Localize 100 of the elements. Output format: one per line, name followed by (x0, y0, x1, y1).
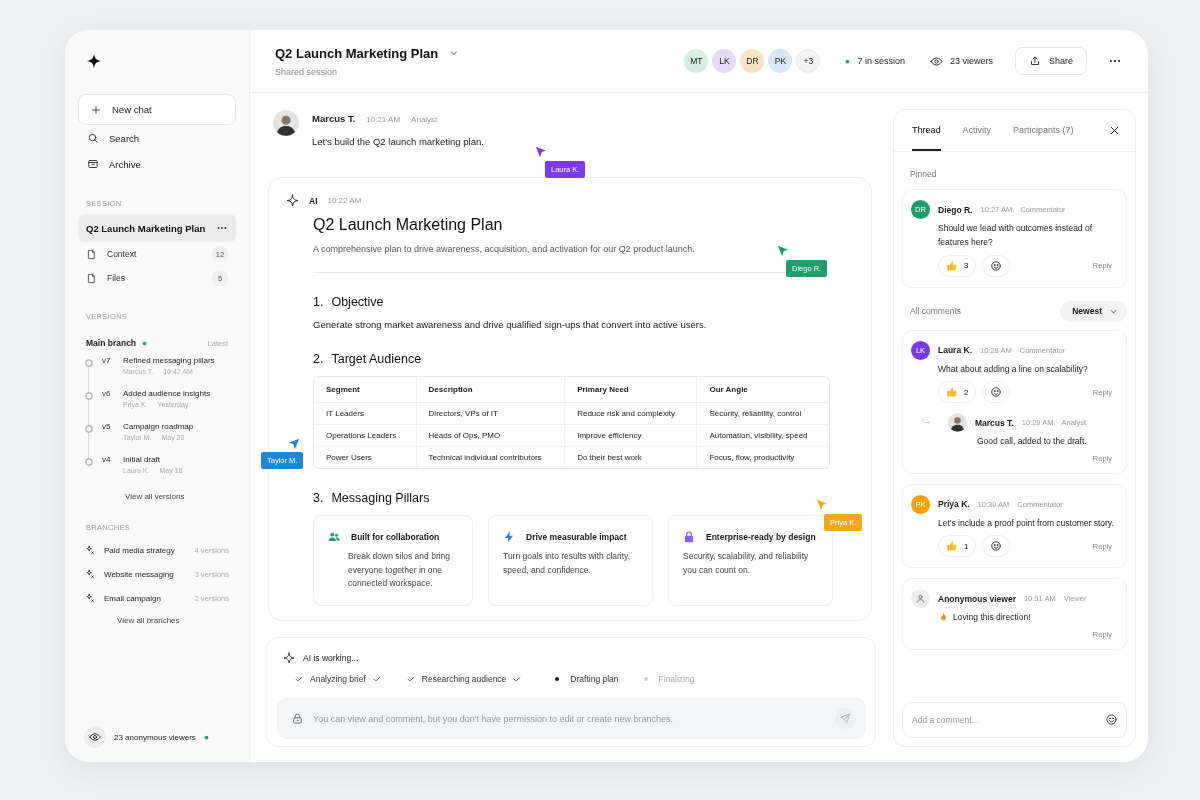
more-avatars[interactable]: +3 (796, 49, 821, 73)
avatar[interactable]: MT (684, 49, 709, 73)
timeline-node-icon (84, 391, 94, 401)
pillar-text: Break down silos and bring everyone together in one connected workspace. (348, 550, 452, 591)
view-all-link[interactable]: View all branches (117, 616, 236, 625)
pillar-text: Turn goals into results with clarity, speed, and confidence. (503, 550, 632, 577)
section-number: 1. (313, 295, 324, 309)
avatar[interactable]: PK (768, 49, 793, 73)
progress-dot-icon (642, 676, 649, 682)
pillar-title: Built for collaboration (351, 532, 440, 542)
plus-icon (90, 103, 102, 116)
column-header: Primary Need (565, 377, 698, 403)
commenter-name: Laura K. (938, 345, 972, 356)
table-cell: Reduce risk and complexity (565, 403, 698, 425)
progress-dot-icon (554, 676, 561, 682)
section-label: All comments (910, 306, 961, 317)
section-number: 3. (313, 491, 324, 505)
table-cell: IT Leaders (314, 403, 417, 425)
table-cell: Do their best work (565, 447, 698, 468)
branch-item[interactable]: Paid media strategy (104, 545, 187, 555)
pillar-title: Enterprise-ready by design (706, 532, 816, 542)
document-subtitle: A comprehensive plan to drive awareness, acquisition, and activation for our Q2 product launch. (313, 244, 695, 254)
avatar[interactable]: DR (740, 49, 765, 73)
avatar-icon (273, 110, 299, 136)
section-heading: Objective (331, 295, 384, 309)
branch-item[interactable]: Email campaign (104, 593, 187, 603)
smile-icon (990, 259, 1003, 272)
branch-name: Main branch (86, 338, 137, 348)
tab[interactable]: Participants (7) (1013, 110, 1074, 151)
comment-text: Loving this direction! (953, 611, 1031, 625)
document-title: Q2 Launch Marketing Plan (313, 216, 504, 234)
thumbs-up-icon (946, 386, 958, 399)
smile-icon (990, 540, 1003, 553)
avatar[interactable]: LK (712, 49, 737, 73)
commenter-name: Diego R. (938, 204, 973, 215)
version-number: v7 (102, 356, 112, 365)
share-button[interactable]: Share (1014, 47, 1087, 75)
archive-icon (87, 158, 99, 170)
table-cell: Technical individual contributors (416, 447, 566, 468)
tab[interactable]: Thread (912, 110, 941, 151)
table-cell: Heads of Ops, PMO (416, 425, 566, 447)
status-text: AI is working... (303, 653, 359, 663)
cursor-icon (777, 245, 789, 257)
file-icon (86, 248, 97, 260)
check-icon (294, 674, 304, 684)
version-number: v5 (102, 422, 112, 431)
sparkle-icon (283, 652, 295, 664)
tab[interactable]: Activity (962, 110, 992, 151)
version-title[interactable]: Added audience insights (123, 389, 211, 398)
thumbs-up-icon (946, 259, 958, 272)
session-item[interactable]: Q2 Launch Marketing Plan (78, 214, 236, 242)
table-cell: Operations Leaders (314, 425, 417, 447)
sort-dropdown[interactable]: Newest (1060, 300, 1127, 322)
check-icon (371, 674, 382, 684)
branch-icon (85, 568, 96, 580)
author-role: Analyst (411, 115, 438, 124)
message-text: Let's build the Q2 launch marketing plan. (312, 136, 484, 147)
comment-field[interactable]: Add a comment... (902, 702, 1127, 738)
commenter-name: Anonymous viewer (938, 593, 1016, 604)
branch-icon (85, 592, 96, 604)
paragraph: Generate strong market awareness and drive qualified sign-ups that convert into active users. (313, 319, 707, 330)
file-icon (86, 272, 97, 284)
eye-icon (929, 54, 943, 68)
people-icon (327, 530, 341, 544)
timeline-node-icon (84, 358, 94, 368)
lock-icon (682, 530, 696, 544)
status-dot-icon (203, 734, 209, 740)
cursor-icon (535, 146, 547, 158)
table-cell-text: Focus, flow, productivity (708, 452, 796, 464)
version-number: v4 (102, 455, 112, 464)
new-chat-button[interactable]: New chat (78, 94, 236, 125)
branch-item[interactable]: Website messaging (104, 569, 187, 579)
table-cell: Security, reliability, control (697, 403, 829, 425)
view-all-link[interactable]: View all versions (125, 492, 236, 501)
smile-icon (1105, 713, 1118, 726)
thumbs-up-icon (946, 540, 958, 553)
sparkle-icon (286, 194, 299, 207)
commenter-name: Priya K. (938, 499, 970, 510)
sidebar-item[interactable]: Context (107, 249, 202, 259)
message-time: 10:22 AM (327, 196, 362, 205)
version-title[interactable]: Campaign roadmap (123, 422, 194, 431)
person-icon (915, 593, 926, 605)
close-icon (1108, 124, 1121, 137)
nav-item[interactable]: Search (78, 125, 236, 151)
timeline-node-icon (84, 424, 94, 434)
table-cell: Directors, VPs of IT (416, 403, 566, 425)
table-cell: Automation, visibility, speed (697, 425, 829, 447)
session-subtitle: Shared session (275, 66, 339, 77)
step-label: Researching audience (421, 674, 507, 684)
viewer-count: 23 viewers (949, 56, 993, 66)
send-icon (840, 713, 851, 724)
version-title[interactable]: Refined messaging pillars (123, 356, 215, 365)
eye-button[interactable] (84, 726, 106, 748)
nav-item[interactable]: Archive (78, 151, 236, 177)
sidebar-item[interactable]: Files (107, 273, 202, 283)
section-number: 2. (313, 352, 324, 366)
column-header: Segment (314, 377, 417, 403)
version-title[interactable]: Initial draft (123, 455, 183, 464)
column-header: Our Angle (697, 377, 829, 403)
author-name: AI (309, 195, 318, 206)
